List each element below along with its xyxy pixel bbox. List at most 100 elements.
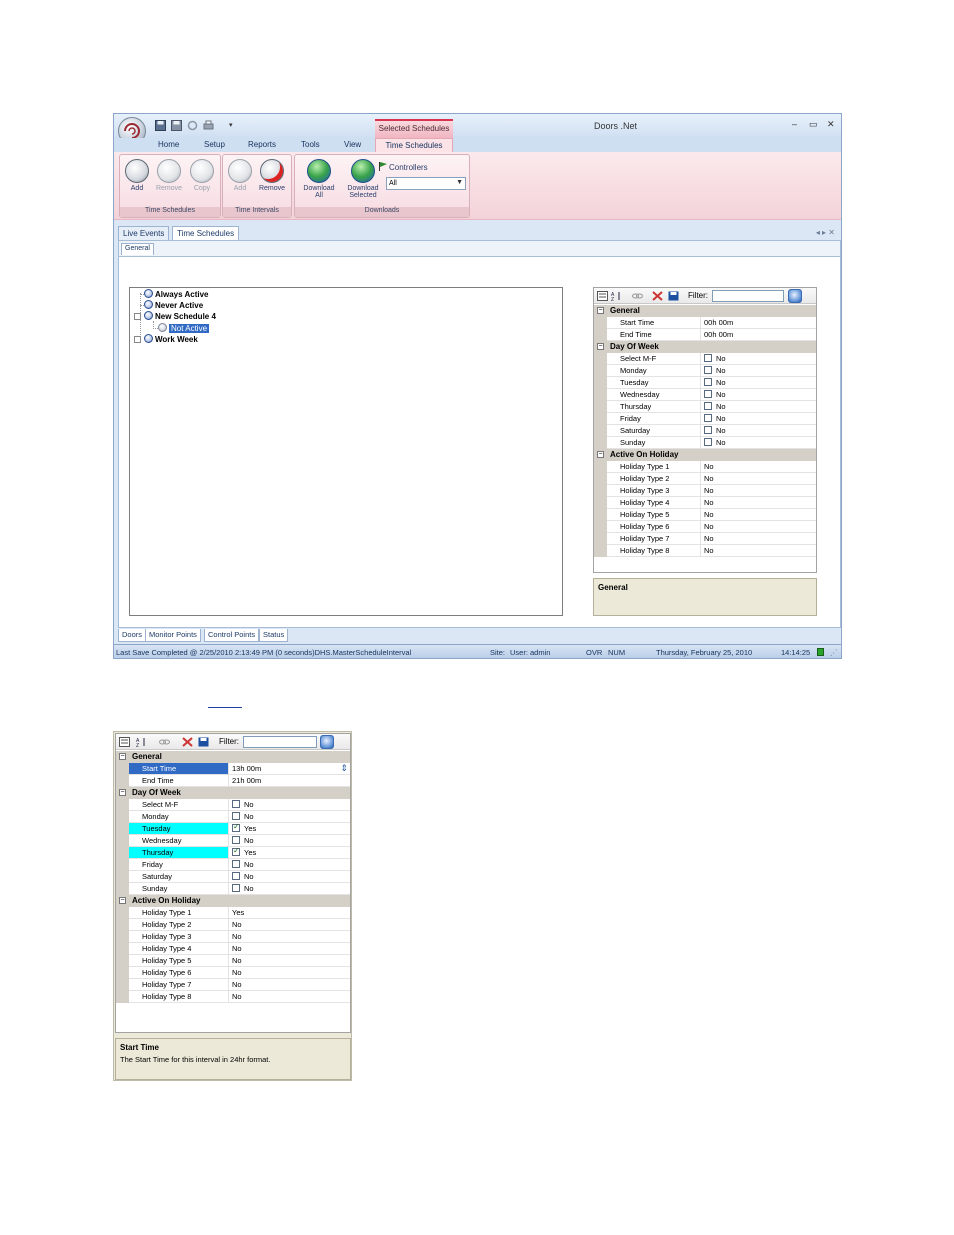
tab-reports[interactable]: Reports (248, 140, 276, 149)
add-schedule-button[interactable]: Add (122, 159, 152, 192)
filter-go-icon[interactable] (320, 735, 334, 749)
property-row[interactable]: Wednesday No (594, 389, 816, 401)
checkbox[interactable] (704, 390, 712, 398)
property-row[interactable]: Holiday Type 2 No (594, 473, 816, 485)
property-row[interactable]: Holiday Type 3 No (116, 931, 350, 943)
property-row[interactable]: Sunday No (116, 883, 350, 895)
checkbox[interactable] (232, 846, 240, 856)
minimize-button[interactable]: – (792, 119, 797, 129)
property-row[interactable]: Saturday No (594, 425, 816, 437)
qat-customize-icon[interactable]: ▾ (229, 121, 233, 129)
tab-home[interactable]: Home (158, 140, 179, 149)
category-day-of-week[interactable]: − Day Of Week (594, 341, 816, 353)
property-row[interactable]: Thursday Yes (116, 846, 350, 859)
checkbox[interactable] (704, 378, 712, 386)
tab-monitor-points[interactable]: Monitor Points (145, 629, 201, 642)
property-row[interactable]: Holiday Type 7 No (116, 979, 350, 991)
category-active-on-holiday[interactable]: − Active On Holiday (116, 895, 350, 907)
schedule-tree[interactable]: Always Active Never Active New Schedule … (129, 287, 563, 616)
property-row[interactable]: Select M-F No (116, 799, 350, 811)
checkbox[interactable] (232, 872, 240, 880)
property-row[interactable]: Tuesday Yes (116, 822, 350, 835)
tab-time-schedules-doc[interactable]: Time Schedules (172, 226, 240, 240)
property-row[interactable]: Holiday Type 4 No (594, 497, 816, 509)
property-row[interactable]: Friday No (594, 413, 816, 425)
add-interval-button[interactable]: Add (225, 159, 255, 192)
collapse-icon[interactable]: − (597, 451, 604, 458)
property-row[interactable]: Sunday No (594, 437, 816, 449)
resize-grip-icon[interactable]: ⋰ (830, 648, 838, 657)
link-icon[interactable] (632, 291, 643, 301)
save-all-icon[interactable] (171, 120, 182, 131)
property-row[interactable]: Start Time 13h 00m ⇕ (116, 763, 350, 775)
checkbox[interactable] (232, 812, 240, 820)
categorized-icon[interactable] (119, 737, 130, 747)
property-row[interactable]: Tuesday No (594, 377, 816, 389)
download-selected-button[interactable]: Download Selected (343, 159, 383, 199)
categorized-icon[interactable] (597, 291, 608, 301)
remove-schedule-button[interactable]: Remove (154, 159, 184, 192)
tab-time-schedules[interactable]: Time Schedules (375, 138, 453, 152)
property-row[interactable]: Holiday Type 5 No (594, 509, 816, 521)
category-general[interactable]: − General (594, 305, 816, 317)
close-button[interactable]: ✕ (827, 119, 835, 130)
property-row[interactable]: Holiday Type 2 No (116, 919, 350, 931)
property-row[interactable]: End Time 21h 00m (116, 775, 350, 787)
checkbox[interactable] (704, 354, 712, 362)
category-day-of-week[interactable]: − Day Of Week (116, 787, 350, 799)
category-general[interactable]: − General (116, 751, 350, 763)
save-icon[interactable] (668, 291, 679, 301)
filter-go-icon[interactable] (788, 289, 802, 303)
tab-general[interactable]: General (121, 243, 154, 255)
collapse-icon[interactable]: − (119, 789, 126, 796)
tree-node-new-schedule-4[interactable]: New Schedule 4 (144, 311, 216, 321)
tab-control-points[interactable]: Control Points (204, 629, 260, 642)
tab-doors[interactable]: Doors (118, 629, 147, 642)
link-underline[interactable] (208, 707, 242, 708)
tree-expander[interactable] (134, 313, 141, 320)
tab-status[interactable]: Status (259, 629, 289, 642)
save-icon[interactable] (155, 120, 166, 131)
remove-interval-button[interactable]: Remove (257, 159, 287, 192)
sort-alpha-icon[interactable]: AZ (136, 737, 147, 747)
spinner-icon[interactable]: ⇕ (340, 763, 348, 774)
tab-live-events[interactable]: Live Events (118, 226, 170, 240)
tab-tools[interactable]: Tools (301, 140, 320, 149)
tab-setup[interactable]: Setup (204, 140, 225, 149)
refresh-icon[interactable] (187, 120, 198, 131)
download-all-button[interactable]: Download All (301, 159, 337, 199)
filter-input[interactable] (712, 290, 784, 302)
category-active-on-holiday[interactable]: − Active On Holiday (594, 449, 816, 461)
property-row[interactable]: End Time 00h 00m (594, 329, 816, 341)
tab-view[interactable]: View (344, 140, 361, 149)
property-row[interactable]: Holiday Type 6 No (116, 967, 350, 979)
property-row[interactable]: Holiday Type 7 No (594, 533, 816, 545)
collapse-icon[interactable]: − (119, 753, 126, 760)
copy-schedule-button[interactable]: Copy (187, 159, 217, 192)
delete-icon[interactable] (652, 291, 663, 301)
controllers-dropdown[interactable]: All ▼ (386, 177, 466, 190)
property-row[interactable]: Holiday Type 1 Yes (116, 907, 350, 919)
checkbox[interactable] (232, 836, 240, 844)
property-row[interactable]: Holiday Type 5 No (116, 955, 350, 967)
delete-icon[interactable] (182, 737, 193, 747)
maximize-button[interactable]: ▭ (809, 119, 818, 130)
checkbox[interactable] (232, 884, 240, 892)
tree-node-not-active[interactable]: Not Active (158, 323, 211, 334)
tree-node-work-week[interactable]: Work Week (144, 334, 198, 344)
checkbox[interactable] (232, 860, 240, 868)
checkbox[interactable] (232, 822, 240, 832)
tree-expander[interactable] (134, 336, 141, 343)
print-icon[interactable] (203, 120, 214, 131)
filter-input[interactable] (243, 736, 317, 748)
pane-controls[interactable]: ◂ ▸ ✕ (816, 228, 835, 237)
property-row[interactable]: Holiday Type 8 No (594, 545, 816, 557)
link-icon[interactable] (159, 737, 170, 747)
checkbox[interactable] (232, 800, 240, 808)
checkbox[interactable] (704, 438, 712, 446)
property-row[interactable]: Monday No (594, 365, 816, 377)
tree-node-never-active[interactable]: Never Active (144, 300, 203, 310)
property-row[interactable]: Holiday Type 6 No (594, 521, 816, 533)
property-row[interactable]: Friday No (116, 859, 350, 871)
property-row[interactable]: Start Time 00h 00m (594, 317, 816, 329)
